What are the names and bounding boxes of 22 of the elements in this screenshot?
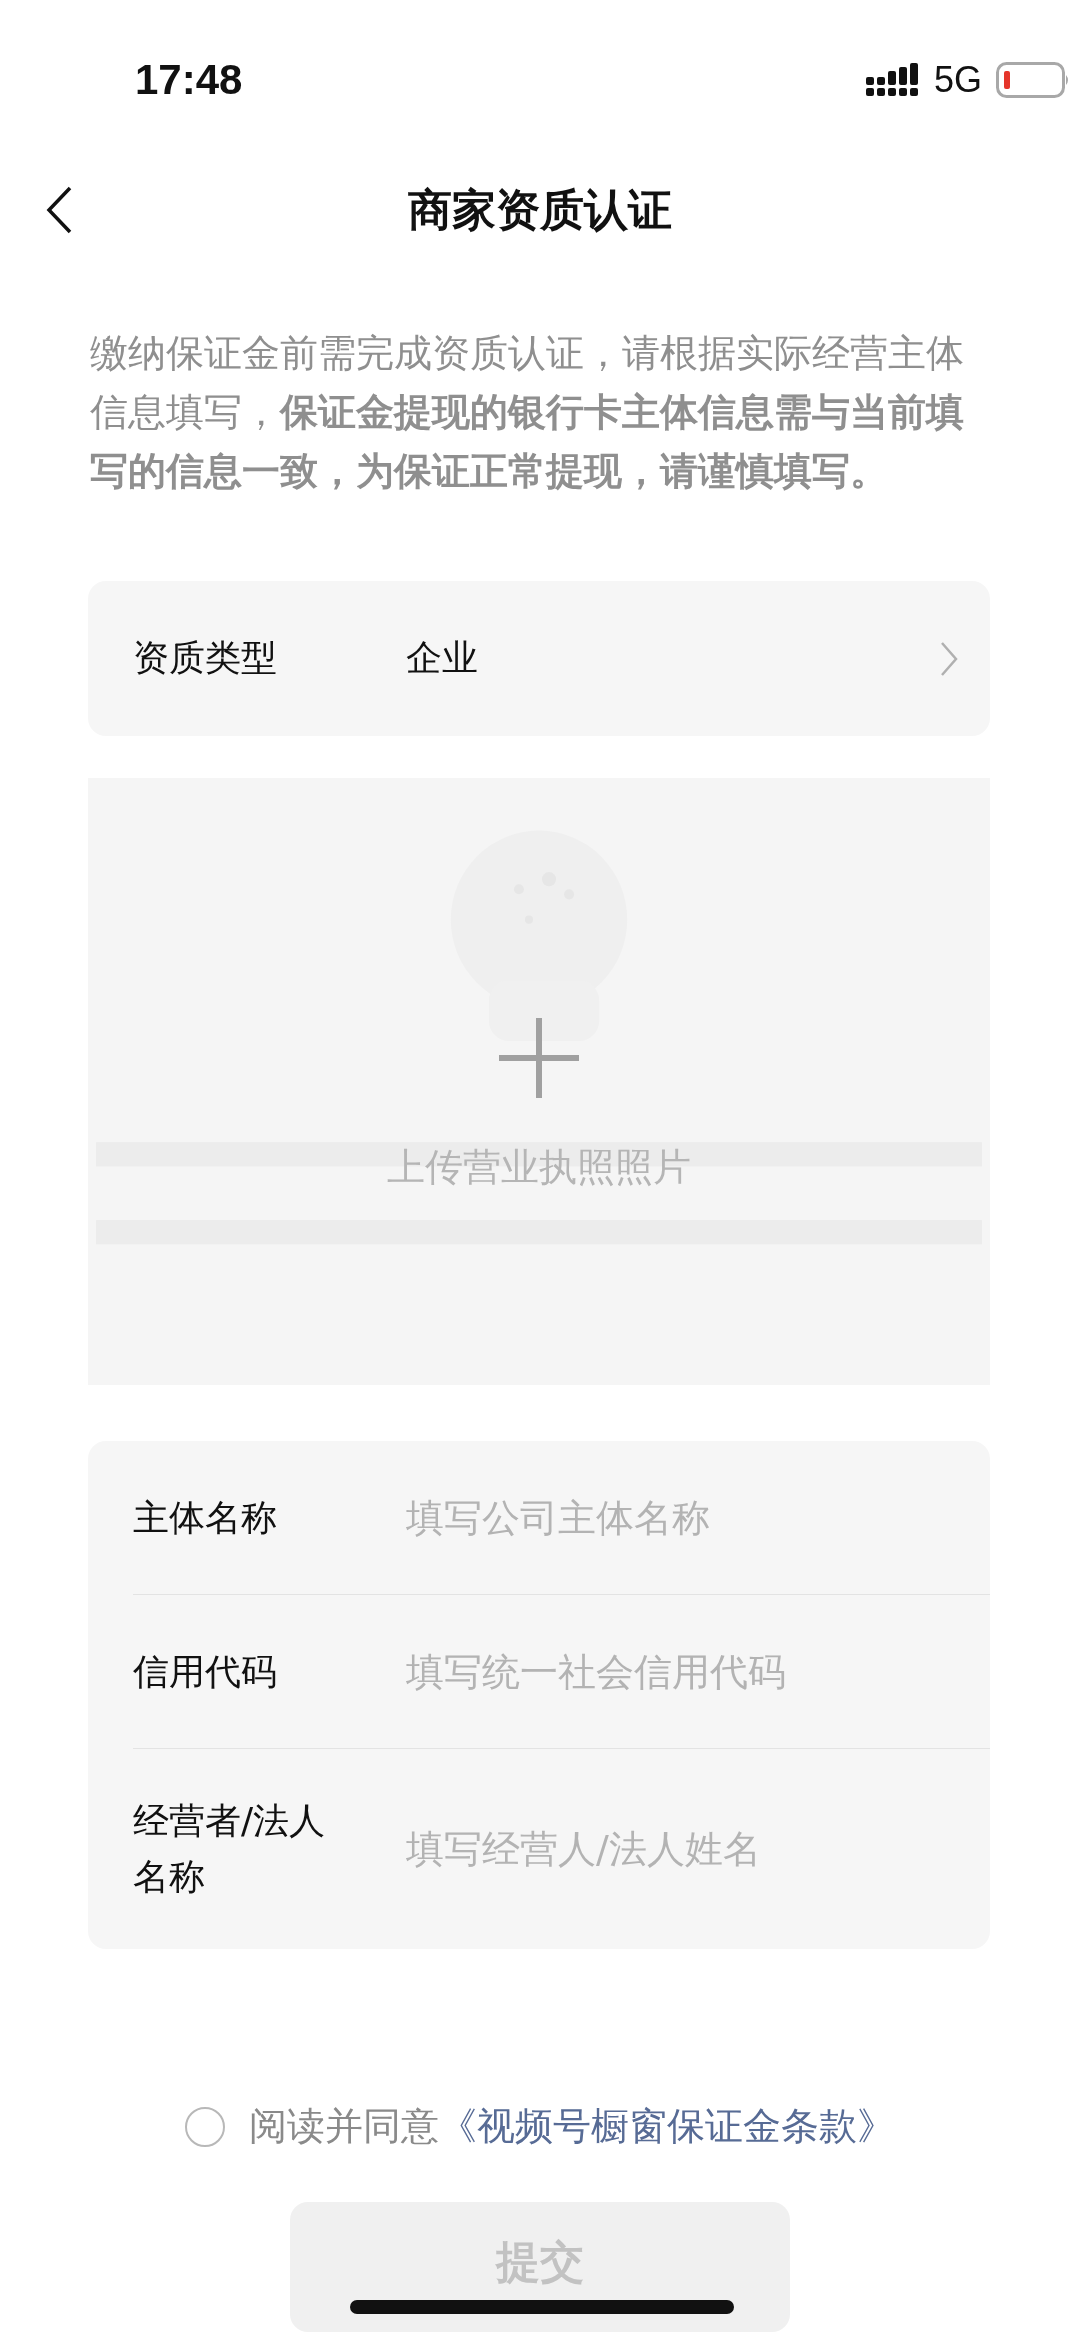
agreement-checkbox[interactable] bbox=[185, 2106, 225, 2147]
back-icon[interactable] bbox=[46, 186, 72, 234]
field-label: 信用代码 bbox=[133, 1649, 278, 1694]
signal-icon bbox=[865, 63, 920, 97]
field-label: 主体名称 bbox=[133, 1495, 278, 1540]
battery-icon bbox=[996, 62, 1070, 98]
upload-label: 上传营业执照照片 bbox=[387, 1144, 691, 1191]
status-time: 17:48 bbox=[135, 56, 243, 104]
qualification-row[interactable]: 资质类型 企业 bbox=[88, 581, 990, 736]
chevron-icon bbox=[940, 640, 958, 677]
agreement-text: 阅读并同意 bbox=[249, 2103, 439, 2150]
page-title: 商家资质认证 bbox=[408, 182, 672, 237]
intro-text: 缴纳保证金前需完成资质认证，请根据实际经营主体信息填写，保证金提现的银行卡主体信息需与当前填写的信息一致，为保证正常提现，请谨慎填写。 bbox=[90, 330, 965, 495]
input-field[interactable]: 填写经营人/法人姓名 bbox=[406, 1827, 990, 1871]
field-label: 经营者/法人名称 bbox=[133, 1799, 327, 1899]
field-value: 企业 bbox=[406, 636, 479, 680]
input-field[interactable]: 填写统一社会信用代码 bbox=[406, 1649, 990, 1694]
terms-link[interactable]: 《视频号橱窗保证金条款》 bbox=[439, 2101, 895, 2152]
network-label: 5G bbox=[933, 59, 982, 101]
field-label: 资质类型 bbox=[133, 636, 278, 680]
input-field[interactable]: 填写公司主体名称 bbox=[406, 1495, 990, 1540]
plus-icon bbox=[499, 1018, 579, 1098]
